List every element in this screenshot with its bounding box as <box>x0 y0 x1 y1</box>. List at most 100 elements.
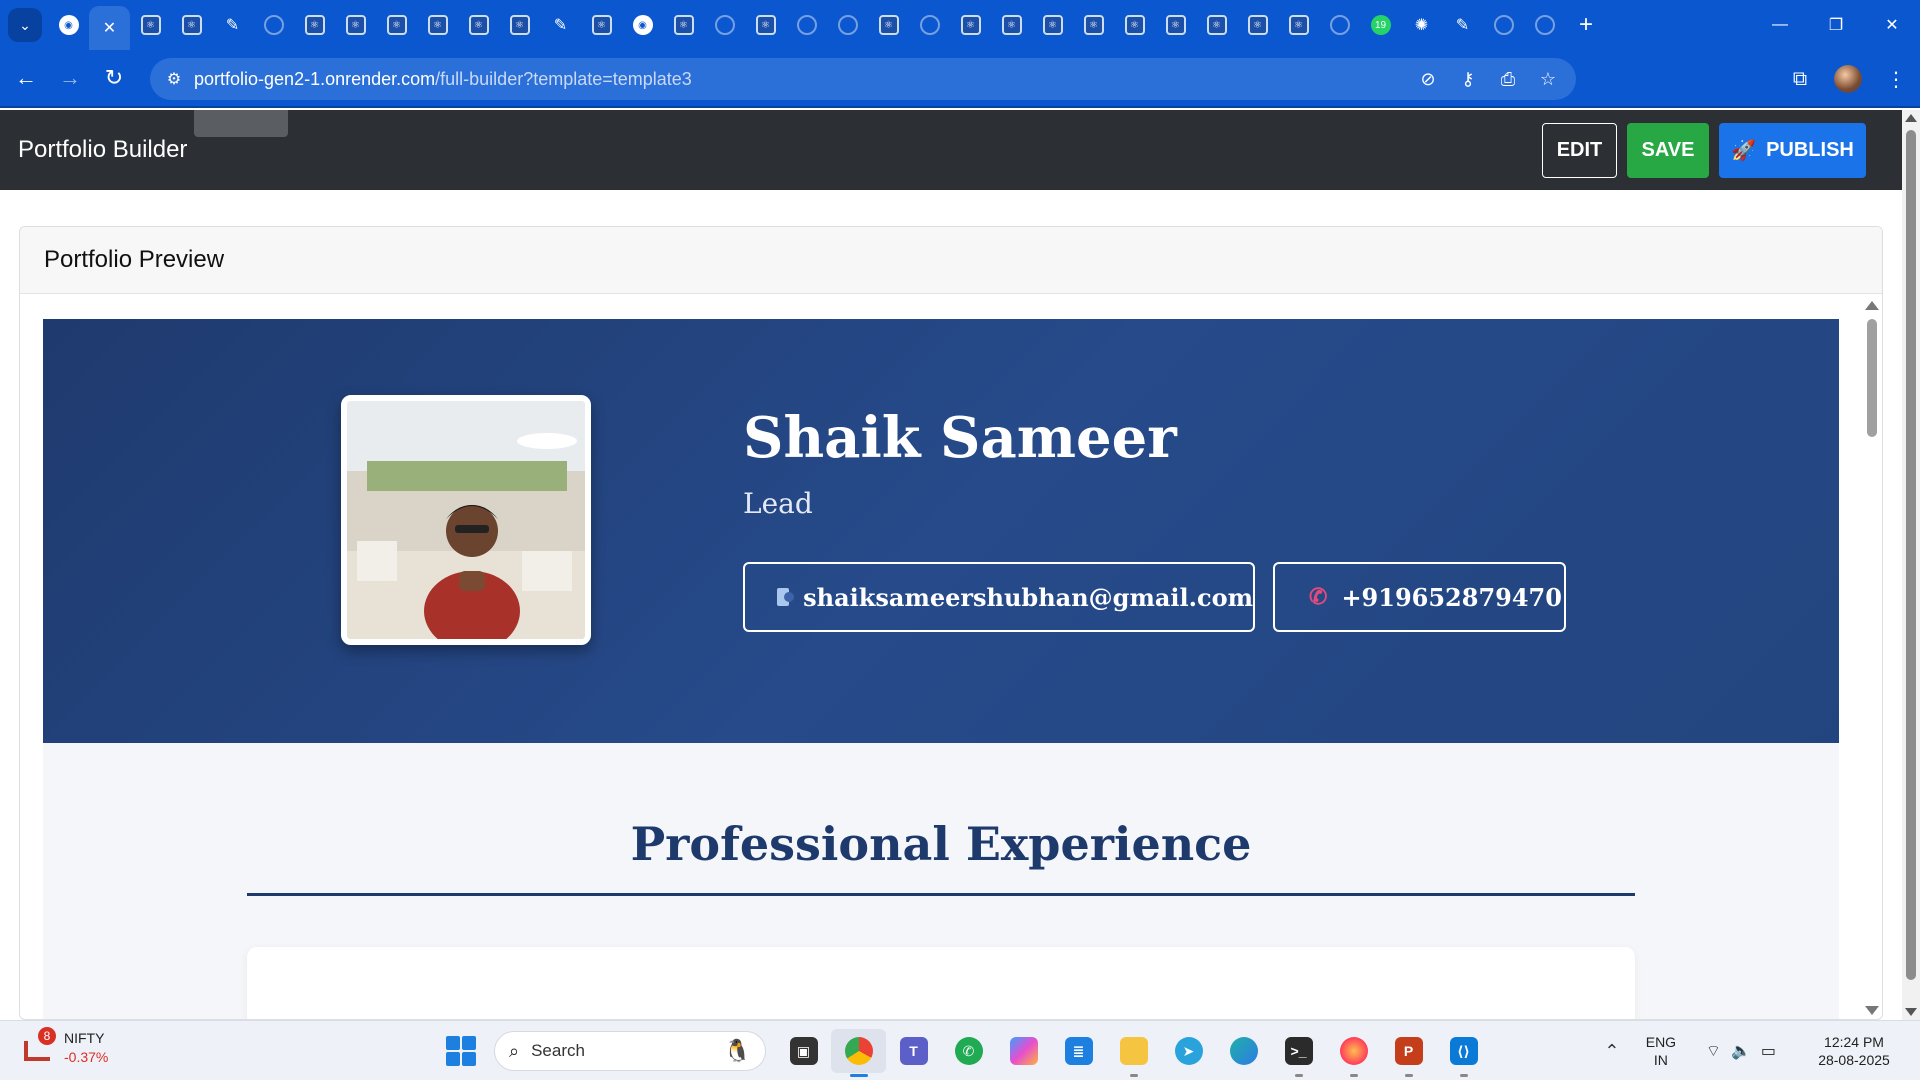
tab[interactable]: ⚛ <box>499 0 540 50</box>
powerpoint-icon: P <box>1394 1037 1423 1065</box>
password-key-icon[interactable]: ⚷ <box>1448 69 1488 90</box>
tab[interactable]: ⚛ <box>745 0 786 50</box>
copilot-app[interactable] <box>996 1029 1051 1073</box>
tab[interactable]: ⚛ <box>1073 0 1114 50</box>
preview-body[interactable]: Shaik Sameer Lead shaiksameershubhan@gma… <box>20 295 1882 1019</box>
edit-button[interactable]: EDIT <box>1542 123 1617 178</box>
notepad-app[interactable]: ≣ <box>1051 1029 1106 1073</box>
tab[interactable] <box>1319 0 1360 50</box>
email-contact-button[interactable]: shaiksameershubhan@gmail.com <box>743 562 1255 632</box>
file-explorer-app[interactable] <box>1106 1029 1161 1077</box>
tab[interactable]: ⚛ <box>663 0 704 50</box>
scroll-up-arrow-icon[interactable] <box>1865 301 1879 310</box>
bookmark-star-icon[interactable]: ☆ <box>1528 69 1568 90</box>
menu-kebab-icon[interactable]: ⋮ <box>1872 67 1920 92</box>
experience-heading: Professional Experience <box>630 817 1252 871</box>
scroll-down-arrow-icon[interactable] <box>1865 1006 1879 1015</box>
lang-region: IN <box>1653 1052 1668 1068</box>
tab[interactable]: ⚛ <box>171 0 212 50</box>
vscode-app[interactable]: ⟨⟩ <box>1436 1029 1491 1077</box>
url-text[interactable]: portfolio-gen2-1.onrender.com/full-build… <box>194 69 692 90</box>
page-scroll-thumb[interactable] <box>1906 130 1916 980</box>
tab[interactable]: ⚛ <box>376 0 417 50</box>
tab[interactable]: ✎ <box>212 0 253 50</box>
powerpoint-app[interactable]: P <box>1381 1029 1436 1077</box>
tab[interactable]: ⚛ <box>294 0 335 50</box>
tab[interactable]: ⚛ <box>1196 0 1237 50</box>
stock-widget[interactable]: 8 NIFTY -0.37% <box>22 1027 108 1067</box>
tab-github[interactable]: ◉ <box>48 0 89 50</box>
site-settings-icon[interactable]: ⚙ <box>154 69 194 89</box>
forward-arrow-icon[interactable]: → <box>52 60 88 96</box>
tab-list: ◉ ✕ ⚛ ⚛ ✎ ⚛ ⚛ ⚛ ⚛ ⚛ ⚛ ✎ ⚛ ◉ ⚛ ⚛ ⚛ ⚛ ⚛ ⚛ … <box>48 0 1565 50</box>
no-clipboard-icon[interactable]: ⊘ <box>1408 69 1448 90</box>
restore-icon[interactable]: ❐ <box>1808 0 1864 50</box>
tab[interactable]: 19 <box>1360 0 1401 50</box>
install-app-icon[interactable]: ⎙ <box>1488 69 1528 90</box>
react-icon: ⚛ <box>1288 15 1309 35</box>
tab[interactable]: ⚛ <box>458 0 499 50</box>
language-indicator[interactable]: ENG IN <box>1632 1033 1690 1069</box>
clock[interactable]: 12:24 PM 28-08-2025 <box>1792 1033 1916 1069</box>
tab-search-chevron-icon[interactable]: ⌄ <box>8 8 42 42</box>
new-tab-button[interactable]: + <box>1569 8 1603 42</box>
tab[interactable]: ⚛ <box>1155 0 1196 50</box>
tab[interactable]: ✺ <box>1401 0 1442 50</box>
preview-scrollbar[interactable] <box>1862 295 1882 1019</box>
openai-icon: ✺ <box>1414 17 1429 34</box>
page-scroll-down-icon[interactable] <box>1905 1008 1917 1016</box>
tab-active[interactable]: ✕ <box>89 6 130 50</box>
tab[interactable]: ⚛ <box>1237 0 1278 50</box>
scroll-thumb[interactable] <box>1867 319 1877 437</box>
tab[interactable] <box>909 0 950 50</box>
start-windows-icon[interactable] <box>446 1036 476 1066</box>
tab[interactable] <box>1483 0 1524 50</box>
page-scrollbar[interactable] <box>1902 110 1920 1020</box>
tab[interactable]: ✎ <box>540 0 581 50</box>
reload-icon[interactable]: ↻ <box>96 60 132 96</box>
phone-contact-button[interactable]: ✆ +919652879470 <box>1273 562 1566 632</box>
whatsapp-app[interactable]: ✆ <box>941 1029 996 1073</box>
browser-toolbar: ← → ↻ ⚙ portfolio-gen2-1.onrender.com/fu… <box>0 50 1920 108</box>
tray-icons[interactable]: ⌔ 🔈 ▭ <box>1690 1041 1792 1061</box>
tab[interactable] <box>253 0 294 50</box>
globe-icon <box>919 15 940 35</box>
extensions-puzzle-icon[interactable]: ⧉ <box>1776 68 1824 91</box>
tray-chevron-up-icon[interactable]: ⌃ <box>1592 1041 1632 1062</box>
profile-avatar[interactable] <box>1824 65 1872 93</box>
tab[interactable]: ⚛ <box>417 0 458 50</box>
tab[interactable]: ◉ <box>622 0 663 50</box>
tab[interactable] <box>827 0 868 50</box>
publish-button[interactable]: 🚀 PUBLISH <box>1719 123 1866 178</box>
address-bar[interactable]: ⚙ portfolio-gen2-1.onrender.com/full-bui… <box>150 58 1576 100</box>
profile-name: Shaik Sameer <box>743 405 1177 471</box>
tab[interactable]: ⚛ <box>991 0 1032 50</box>
tab[interactable]: ⚛ <box>868 0 909 50</box>
close-tab-icon[interactable]: ✕ <box>103 18 116 38</box>
close-window-icon[interactable]: ✕ <box>1864 0 1920 50</box>
teams-app[interactable]: T <box>886 1029 941 1073</box>
minimize-icon[interactable]: — <box>1752 0 1808 50</box>
chrome-app[interactable] <box>831 1029 886 1077</box>
tab[interactable]: ⚛ <box>335 0 376 50</box>
tab[interactable] <box>1524 0 1565 50</box>
tab[interactable]: ✎ <box>1442 0 1483 50</box>
tab[interactable]: ⚛ <box>130 0 171 50</box>
save-button[interactable]: SAVE <box>1627 123 1709 178</box>
tab[interactable]: ⚛ <box>950 0 991 50</box>
tab[interactable]: ⚛ <box>581 0 622 50</box>
telegram-app[interactable]: ➤ <box>1161 1029 1216 1073</box>
taskbar-search[interactable]: ⌕ Search 🐧 <box>494 1031 766 1071</box>
tab[interactable] <box>704 0 745 50</box>
back-arrow-icon[interactable]: ← <box>8 60 44 96</box>
tab[interactable] <box>786 0 827 50</box>
task-view-app[interactable]: ▣ <box>776 1029 831 1073</box>
tab[interactable]: ⚛ <box>1032 0 1073 50</box>
edge-app[interactable] <box>1216 1029 1271 1073</box>
search-highlight-icon: 🐧 <box>723 1038 751 1063</box>
terminal-app[interactable]: >_ <box>1271 1029 1326 1077</box>
tab[interactable]: ⚛ <box>1278 0 1319 50</box>
tab[interactable]: ⚛ <box>1114 0 1155 50</box>
page-scroll-up-icon[interactable] <box>1905 114 1917 122</box>
firefox-app[interactable] <box>1326 1029 1381 1077</box>
